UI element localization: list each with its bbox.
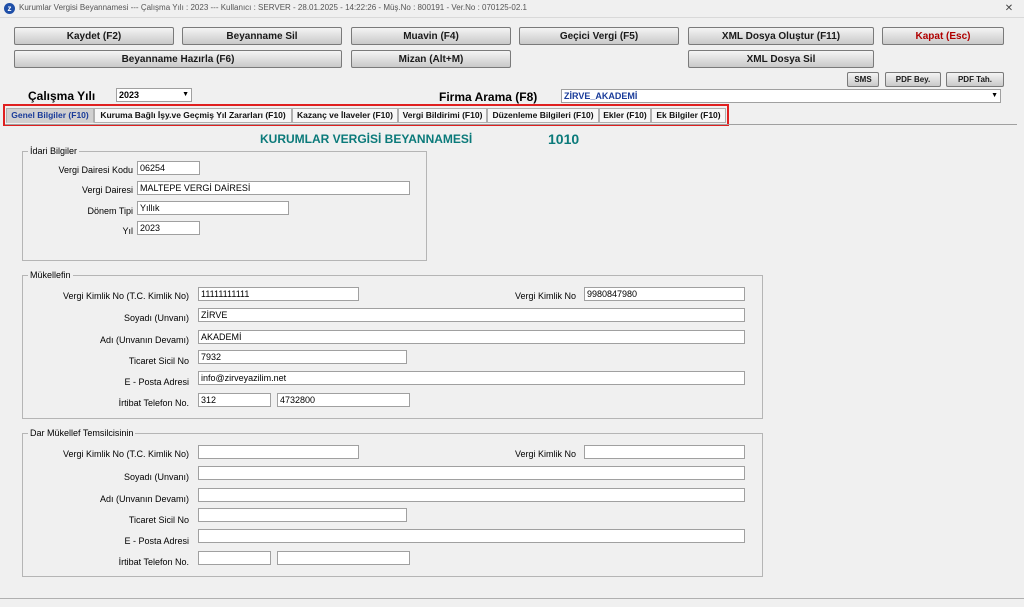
chevron-down-icon: ▼ [182,91,189,98]
idari-bilgiler-title: İdari Bilgiler [28,146,80,156]
temsilci-soyadi-field[interactable] [198,466,745,480]
mukellef-vkn-tc-field[interactable]: 11111111111 [198,287,359,301]
xml-olustur-button[interactable]: XML Dosya Oluştur (F11) [688,27,874,45]
calisma-yili-label: Çalışma Yılı [28,89,96,103]
mukellef-adi-field[interactable]: AKADEMİ [198,330,745,344]
tab-kuruma-bagli-isyerleri[interactable]: Kuruma Bağlı İşy.ve Geçmiş Yıl Zararları… [94,108,292,123]
beyanname-hazirla-button[interactable]: Beyanname Hazırla (F6) [14,50,342,68]
mukellef-soyadi-field[interactable]: ZİRVE [198,308,745,322]
form-code: 1010 [548,131,580,147]
temsilci-tel-label: İrtibat Telefon No. [118,557,189,567]
firma-arama-select[interactable]: ZİRVE_AKADEMİ ▼ [561,89,1001,103]
xml-sil-button[interactable]: XML Dosya Sil [688,50,874,68]
vd-field[interactable]: MALTEPE VERGİ DAİRESİ [137,181,410,195]
temsilci-eposta-label: E - Posta Adresi [124,536,189,546]
mukellef-vkn-label: Vergi Kimlik No [514,291,576,301]
temsilci-title: Dar Mükellef Temsilcisinin [28,428,136,438]
mukellef-title: Mükellefin [28,270,73,280]
temsilci-vkn-tc-field[interactable] [198,445,359,459]
calisma-yili-value: 2023 [119,90,140,100]
temsilci-sicil-field[interactable] [198,508,407,522]
temsilci-adi-label: Adı (Unvanın Devamı) [99,494,189,504]
pdf-tah-button[interactable]: PDF Tah. [946,72,1004,87]
beyanname-sil-button[interactable]: Beyanname Sil [182,27,342,45]
muavin-button[interactable]: Muavin (F4) [351,27,511,45]
tab-genel-bilgiler[interactable]: Genel Bilgiler (F10) [6,108,94,123]
mukellef-tel-no-field[interactable]: 4732800 [277,393,410,407]
tab-panel-divider [5,124,1017,125]
mukellef-tel-alan-field[interactable]: 312 [198,393,271,407]
app-logo-icon: z [4,3,15,14]
title-bar: z Kurumlar Vergisi Beyannamesi --- Çalış… [0,0,1024,18]
temsilci-eposta-field[interactable] [198,529,745,543]
calisma-yili-select[interactable]: 2023 ▼ [116,88,192,102]
yil-label: Yıl [122,226,133,236]
firma-arama-label: Firma Arama (F8) [439,90,538,104]
donem-tipi-field[interactable]: Yıllık [137,201,289,215]
mukellef-sicil-field[interactable]: 7932 [198,350,407,364]
window-title: Kurumlar Vergisi Beyannamesi --- Çalışma… [19,3,527,12]
gecici-vergi-button[interactable]: Geçici Vergi (F5) [519,27,679,45]
tab-kazanc-ve-ilaveler[interactable]: Kazanç ve İlaveler (F10) [292,108,398,123]
mukellef-soyadi-label: Soyadı (Unvanı) [123,313,189,323]
tab-ekler[interactable]: Ekler (F10) [599,108,651,123]
vd-label: Vergi Dairesi [81,185,133,195]
window-bottom-border [0,598,1024,599]
vd-kodu-field[interactable]: 06254 [137,161,200,175]
mukellef-vkn-tc-label: Vergi Kimlik No (T.C. Kimlik No) [62,291,189,301]
temsilci-vkn-field[interactable] [584,445,745,459]
temsilci-tel-no-field[interactable] [277,551,410,565]
mukellef-eposta-label: E - Posta Adresi [124,377,189,387]
temsilci-soyadi-label: Soyadı (Unvanı) [123,472,189,482]
temsilci-vkn-tc-label: Vergi Kimlik No (T.C. Kimlik No) [62,449,189,459]
kapat-button[interactable]: Kapat (Esc) [882,27,1004,45]
mukellef-eposta-field[interactable]: info@zirveyazilim.net [198,371,745,385]
kaydet-button[interactable]: Kaydet (F2) [14,27,174,45]
window-close-icon[interactable]: ✕ [1000,2,1018,16]
sms-button[interactable]: SMS [847,72,879,87]
temsilci-adi-field[interactable] [198,488,745,502]
temsilci-tel-alan-field[interactable] [198,551,271,565]
mizan-button[interactable]: Mizan (Alt+M) [351,50,511,68]
form-heading: KURUMLAR VERGİSİ BEYANNAMESİ [260,132,473,146]
chevron-down-icon: ▼ [991,92,998,99]
temsilci-sicil-label: Ticaret Sicil No [128,515,189,525]
pdf-bey-button[interactable]: PDF Bey. [885,72,941,87]
firma-arama-value: ZİRVE_AKADEMİ [564,91,638,101]
mukellef-adi-label: Adı (Unvanın Devamı) [99,335,189,345]
yil-field[interactable]: 2023 [137,221,200,235]
mukellef-tel-label: İrtibat Telefon No. [118,398,189,408]
mukellef-vkn-field[interactable]: 9980847980 [584,287,745,301]
tab-duzenleme-bilgileri[interactable]: Düzenleme Bilgileri (F10) [487,108,599,123]
tab-ek-bilgiler[interactable]: Ek Bilgiler (F10) [651,108,726,123]
temsilci-vkn-label: Vergi Kimlik No [514,449,576,459]
mukellef-sicil-label: Ticaret Sicil No [128,356,189,366]
tab-vergi-bildirimi[interactable]: Vergi Bildirimi (F10) [398,108,487,123]
donem-tipi-label: Dönem Tipi [87,206,133,216]
vd-kodu-label: Vergi Dairesi Kodu [58,165,133,175]
